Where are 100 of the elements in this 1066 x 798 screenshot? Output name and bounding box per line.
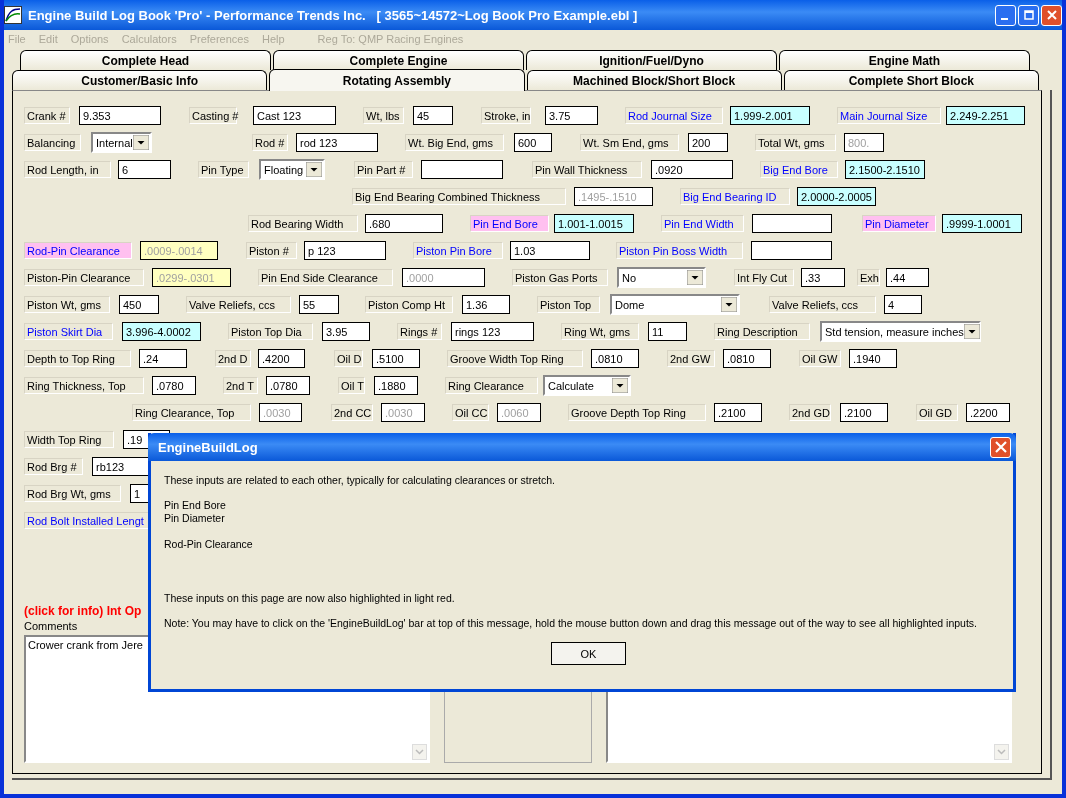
field-label: Piston Top Dia: [228, 323, 313, 340]
field-label: Wt. Sm End, gms: [580, 134, 679, 151]
caret-icon: [687, 270, 703, 285]
field-label: Stroke, in: [481, 107, 531, 124]
input-field[interactable]: 6: [118, 160, 171, 179]
field-label: Ring Clearance: [445, 377, 538, 394]
field-label: Pin Part #: [354, 161, 413, 178]
input-field[interactable]: 3.996-4.0002: [122, 322, 201, 341]
input-field[interactable]: [421, 160, 503, 179]
input-field[interactable]: 4: [884, 295, 922, 314]
tab[interactable]: Machined Block/Short Block: [526, 70, 782, 90]
caret-icon: [612, 378, 628, 393]
tab[interactable]: Rotating Assembly: [269, 69, 525, 91]
caret-icon: [133, 135, 149, 150]
field-label: Oil D: [334, 350, 363, 367]
close-button[interactable]: [1041, 4, 1062, 26]
input-field[interactable]: 11: [648, 322, 687, 341]
input-field[interactable]: .0780: [152, 376, 196, 395]
input-field[interactable]: .33: [801, 268, 845, 287]
input-field[interactable]: 450: [119, 295, 159, 314]
input-field[interactable]: Cast 123: [253, 106, 336, 125]
ok-button[interactable]: OK: [551, 642, 626, 665]
field-label: Groove Width Top Ring: [447, 350, 583, 367]
input-field[interactable]: .1880: [374, 376, 418, 395]
related-input-text: Pin End Bore: [164, 499, 227, 512]
input-field[interactable]: .0810: [591, 349, 639, 368]
dropdown[interactable]: Internal: [91, 132, 152, 153]
input-field[interactable]: .680: [365, 214, 443, 233]
input-field[interactable]: rings 123: [451, 322, 534, 341]
input-field[interactable]: 2.1500-2.1510: [845, 160, 925, 179]
field-label: Oil GW: [799, 350, 841, 367]
field-label: Rod-Pin Clearance: [24, 242, 132, 259]
result-input-text: Rod-Pin Clearance: [164, 538, 254, 550]
field-label: Depth to Top Ring: [24, 350, 131, 367]
field-label: Rod Brg #: [24, 458, 83, 475]
input-field[interactable]: .2100: [714, 403, 762, 422]
input-field[interactable]: .9999-1.0001: [942, 214, 1022, 233]
field-label: Pin Type: [198, 161, 249, 178]
input-field[interactable]: 3.75: [545, 106, 598, 125]
tab[interactable]: Customer/Basic Info: [12, 70, 268, 90]
minimize-button[interactable]: [995, 4, 1016, 26]
input-field[interactable]: 2.0000-2.0005: [797, 187, 876, 206]
input-field[interactable]: .4200: [258, 349, 305, 368]
field-label: Rod #: [252, 134, 288, 151]
dialog-message: These inputs are related to each other, typically for calculating clearances or stretch.: [164, 474, 557, 486]
field-label: Rod Journal Size: [625, 107, 723, 124]
input-field[interactable]: rod 123: [296, 133, 378, 152]
input-field[interactable]: p 123: [304, 241, 386, 260]
field-label: Piston Pin Bore: [413, 242, 503, 259]
input-field[interactable]: 55: [299, 295, 339, 314]
maximize-button[interactable]: [1018, 4, 1039, 26]
field-label: Big End Bearing Combined Thickness: [352, 188, 566, 205]
close-button[interactable]: [990, 436, 1011, 458]
input-field[interactable]: .0780: [266, 376, 310, 395]
dropdown[interactable]: Floating: [259, 159, 325, 180]
field-label: Piston Pin Boss Width: [616, 242, 743, 259]
input-field[interactable]: .5100: [372, 349, 420, 368]
dialog-note: Note: You may have to click on the 'EngineBuildLog' bar at top of this message, hold the mouse button down and drag this message out of the way to see all highlighted inputs.: [164, 617, 979, 629]
field-label: Total Wt, gms: [755, 134, 836, 151]
tab[interactable]: Ignition/Fuel/Dyno: [526, 50, 777, 70]
field-label: Ring Wt, gms: [561, 323, 639, 340]
field-label: Piston Top: [537, 296, 600, 313]
tab[interactable]: Complete Head: [20, 50, 271, 70]
input-field[interactable]: .2100: [840, 403, 888, 422]
input-field[interactable]: .24: [139, 349, 187, 368]
tab[interactable]: Complete Engine: [273, 50, 524, 70]
tab[interactable]: Complete Short Block: [783, 70, 1039, 90]
field-label: Piston Gas Ports: [512, 269, 608, 286]
input-field[interactable]: .0810: [723, 349, 771, 368]
input-field[interactable]: 600: [514, 133, 552, 152]
minimize-icon: [1001, 18, 1008, 20]
field-label: Casting #: [189, 107, 237, 124]
input-field[interactable]: 1.03: [510, 241, 590, 260]
field-label: Valve Reliefs, ccs: [186, 296, 291, 313]
dialog-message: These inputs on this page are now also highlighted in light red.: [164, 592, 456, 604]
chart-icon: [4, 6, 22, 24]
input-field[interactable]: 1.999-2.001: [730, 106, 810, 125]
input-field[interactable]: [752, 214, 832, 233]
input-field[interactable]: .0920: [651, 160, 733, 179]
tab[interactable]: Engine Math: [779, 50, 1030, 70]
input-field[interactable]: .44: [886, 268, 929, 287]
input-field[interactable]: 200: [688, 133, 728, 152]
input-field[interactable]: 9.353: [79, 106, 161, 125]
dropdown[interactable]: No: [617, 267, 706, 288]
field-label: Piston #: [246, 242, 297, 259]
input-field[interactable]: 45: [413, 106, 453, 125]
input-field[interactable]: [751, 241, 832, 260]
field-label: 2nd T: [223, 377, 258, 394]
input-field[interactable]: 2.249-2.251: [946, 106, 1025, 125]
input-field[interactable]: 1.001-1.0015: [554, 214, 634, 233]
input-field[interactable]: .2200: [966, 403, 1010, 422]
field-label: Wt, lbs: [363, 107, 404, 124]
window-title: Engine Build Log Book 'Pro' - Performance Trends Inc. [ 3565~14572~Log Book Pro Example.ebl ]: [28, 7, 638, 23]
input-field[interactable]: .1940: [849, 349, 897, 368]
dropdown[interactable]: Calculate: [543, 375, 631, 396]
dropdown[interactable]: Dome: [610, 294, 740, 315]
dropdown[interactable]: Std tension, measure inches: [820, 321, 981, 342]
caret-icon: [306, 162, 322, 177]
input-field[interactable]: 1.36: [462, 295, 510, 314]
input-field[interactable]: 3.95: [322, 322, 370, 341]
